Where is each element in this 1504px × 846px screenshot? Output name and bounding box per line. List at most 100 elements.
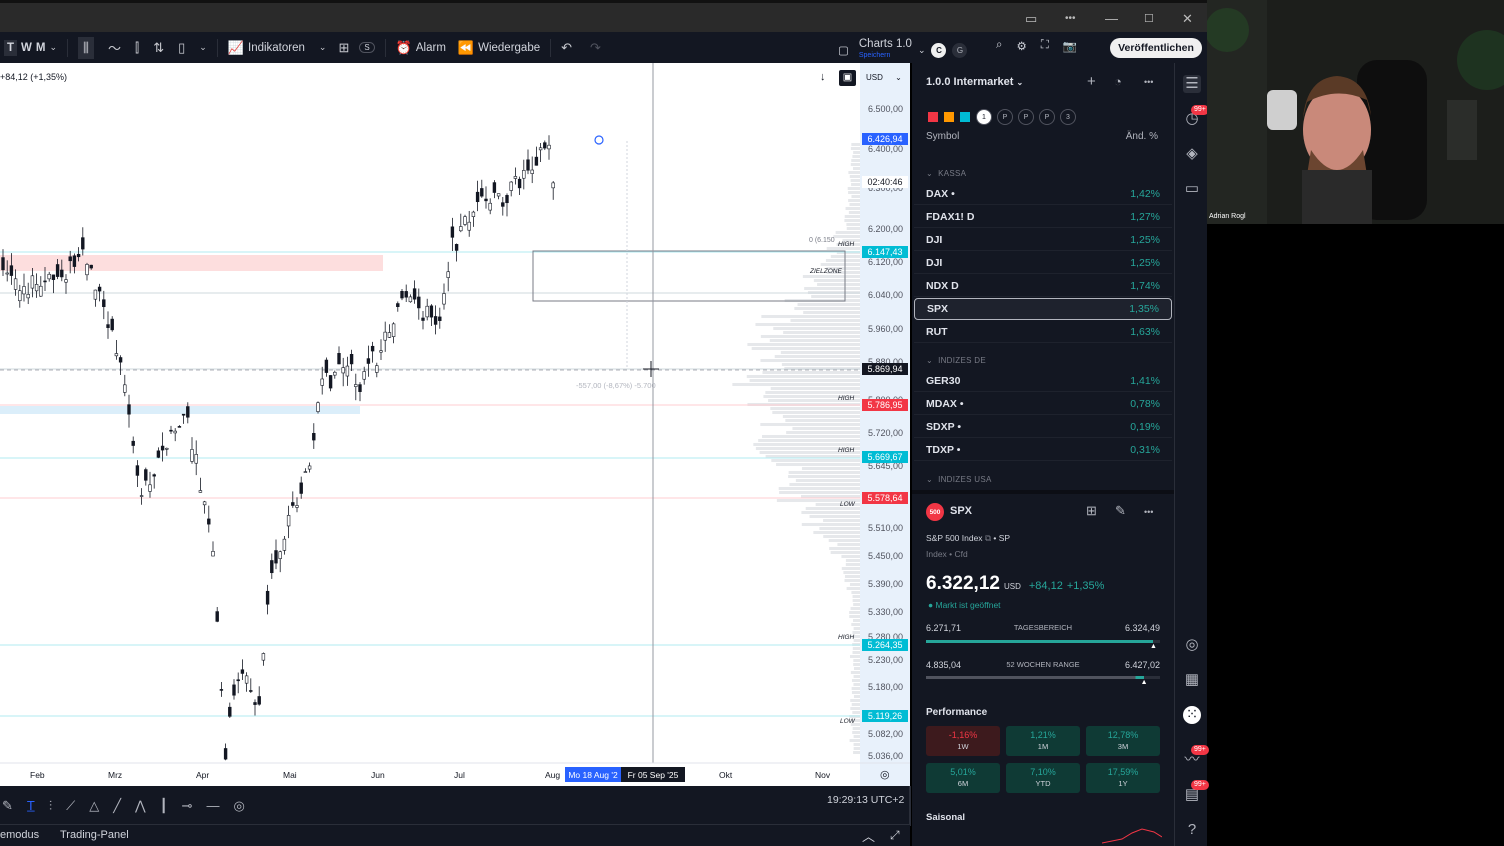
timeframe-m-button[interactable]: M bbox=[36, 42, 46, 54]
candles-icon[interactable]: ⫼ bbox=[78, 36, 95, 59]
performance-cell[interactable]: 12,78% 3M bbox=[1086, 726, 1160, 756]
settings-circle-icon[interactable]: ◎ bbox=[880, 768, 890, 781]
cyan-flag-icon[interactable] bbox=[960, 112, 970, 122]
grid-icon[interactable]: ⊞ bbox=[1086, 503, 1097, 519]
symbol-column-header[interactable]: Symbol bbox=[926, 131, 959, 149]
fullscreen-icon[interactable]: ⛶ bbox=[1041, 39, 1049, 53]
chevron-down-icon[interactable]: ⌄ bbox=[319, 42, 327, 53]
performance-cell[interactable]: 7,10% YTD bbox=[1006, 763, 1080, 793]
section-indizes-de[interactable]: ⌄ INDIZES DE bbox=[926, 356, 986, 365]
watchlist-row[interactable]: RUT 1,63% bbox=[914, 321, 1172, 343]
watchlist-row[interactable]: MDAX • 0,78% bbox=[914, 393, 1172, 415]
watchlist-row[interactable]: NDX D 1,74% bbox=[914, 275, 1172, 297]
external-link-icon[interactable]: ⧉ bbox=[985, 533, 991, 543]
list-badge[interactable]: P bbox=[1039, 109, 1055, 125]
replay-button[interactable]: ⏪ Wiedergabe bbox=[452, 32, 546, 63]
shape-icon[interactable]: △ bbox=[89, 798, 99, 814]
target-icon[interactable]: ◎ bbox=[233, 798, 244, 814]
minimize-button[interactable]: — bbox=[1105, 11, 1118, 26]
chart-type-icon[interactable]: ▯ bbox=[178, 40, 185, 56]
performance-cell[interactable]: 5,01% 6M bbox=[926, 763, 1000, 793]
watchlist-row[interactable]: DAX • 1,42% bbox=[914, 183, 1172, 205]
calendar-icon[interactable]: ▦ bbox=[1183, 671, 1201, 689]
chevron-down-icon[interactable]: ⌄ bbox=[49, 42, 57, 53]
arrow-down-icon[interactable]: ↓ bbox=[820, 71, 826, 83]
more-icon[interactable]: ••• bbox=[1065, 13, 1076, 24]
watchlist-row[interactable]: GER30 1,41% bbox=[914, 370, 1172, 392]
auto-scale-icon[interactable]: ▣ bbox=[839, 70, 856, 86]
currency-selector[interactable]: USD ⌄ bbox=[866, 73, 902, 82]
edit-icon[interactable]: ✎ bbox=[1115, 503, 1126, 519]
details-symbol[interactable]: SPX bbox=[950, 505, 972, 517]
change-column-header[interactable]: Änd. % bbox=[1126, 131, 1158, 149]
layout-toggle-icon[interactable]: ▭ bbox=[1025, 11, 1037, 27]
watchlist-clock-icon[interactable]: ◔ bbox=[1114, 74, 1122, 89]
fib-icon[interactable]: ⫶ bbox=[49, 798, 52, 814]
trend-line-icon[interactable]: ╱ bbox=[113, 798, 121, 814]
chevron-down-icon[interactable]: ⌄ bbox=[918, 45, 926, 56]
horizontal-line-icon[interactable]: — bbox=[206, 798, 219, 814]
section-kassa[interactable]: ⌄ KASSA bbox=[926, 169, 966, 178]
watchlist-row[interactable]: SPX 1,35% bbox=[914, 298, 1172, 320]
line-chart-icon[interactable]: 〜 bbox=[108, 38, 121, 57]
g-badge[interactable]: G bbox=[952, 42, 968, 58]
watchlist-row[interactable]: DJI 1,25% bbox=[914, 252, 1172, 274]
brush-icon[interactable]: ✎ bbox=[2, 798, 13, 814]
alarm-button[interactable]: ⏰ Alarm bbox=[390, 32, 452, 63]
watchlist-icon[interactable]: ☰ bbox=[1183, 75, 1201, 93]
pattern-icon[interactable]: ⟋ bbox=[66, 798, 75, 814]
undo-icon[interactable]: ↶ bbox=[561, 40, 572, 56]
tab-trading-panel[interactable]: Trading-Panel bbox=[60, 829, 129, 841]
horizontal-ray-icon[interactable]: ⊸ bbox=[182, 798, 193, 814]
layers-icon[interactable]: ◈ bbox=[1183, 145, 1201, 163]
chat-icon[interactable]: ▭ bbox=[1183, 180, 1201, 198]
chevron-up-icon[interactable]: ︿ bbox=[862, 826, 875, 845]
watchlist-row[interactable]: TDXP • 0,31% bbox=[914, 439, 1172, 461]
vertical-line-icon[interactable]: ┃ bbox=[160, 798, 168, 814]
apps-grid-icon[interactable]: ⁙ bbox=[1183, 706, 1201, 724]
add-symbol-icon[interactable]: + bbox=[1087, 73, 1096, 90]
maximize-panel-icon[interactable]: ⤢ bbox=[890, 828, 900, 843]
performance-cell[interactable]: 1,21% 1M bbox=[1006, 726, 1080, 756]
list-badge[interactable]: P bbox=[997, 109, 1013, 125]
watchlist-row[interactable]: FDAX1! D 1,27% bbox=[914, 206, 1172, 228]
chevron-down-icon[interactable]: ⌄ bbox=[199, 42, 207, 53]
close-button[interactable]: ✕ bbox=[1182, 11, 1193, 27]
path-icon[interactable]: ⋀ bbox=[135, 798, 146, 814]
list-badge[interactable]: 1 bbox=[976, 109, 992, 125]
timeframe-w-button[interactable]: W bbox=[21, 42, 32, 54]
chart-area[interactable]: +84,12 (+1,35%) ↓ ▣ USD ⌄ 6.500,00 6.400,… bbox=[0, 63, 910, 786]
timeframe-t-button[interactable]: T bbox=[4, 39, 18, 56]
target-icon[interactable]: ◎ bbox=[1183, 636, 1201, 654]
redo-icon[interactable]: ↷ bbox=[590, 40, 601, 56]
performance-cell[interactable]: -1,16% 1W bbox=[926, 726, 1000, 756]
list-badge[interactable]: 3 bbox=[1060, 109, 1076, 125]
search-icon[interactable]: ⌕ bbox=[996, 39, 1002, 53]
help-icon[interactable]: ? bbox=[1183, 821, 1201, 839]
layout-icon[interactable]: ▢ bbox=[838, 43, 849, 57]
list-badge[interactable]: P bbox=[1018, 109, 1034, 125]
watchlist-row[interactable]: DJI 1,25% bbox=[914, 229, 1172, 251]
camera-icon[interactable]: 📷 bbox=[1063, 39, 1077, 53]
layout-name-button[interactable]: Charts 1.0 Speichern bbox=[859, 38, 912, 61]
templates-icon[interactable]: ⊞ bbox=[338, 40, 349, 56]
section-indizes-usa[interactable]: ⌄ INDIZES USA bbox=[926, 475, 992, 484]
symbol-name[interactable]: S&P 500 Index bbox=[926, 533, 983, 543]
more-icon[interactable]: ••• bbox=[1144, 77, 1153, 87]
text-tool-icon[interactable]: T̲ bbox=[27, 798, 35, 814]
maximize-button[interactable]: ☐ bbox=[1144, 12, 1154, 25]
more-icon[interactable]: ••• bbox=[1144, 507, 1153, 517]
watchlist-row[interactable]: SDXP • 0,19% bbox=[914, 416, 1172, 438]
red-flag-icon[interactable] bbox=[928, 112, 938, 122]
strategy-badge[interactable]: S bbox=[359, 42, 375, 53]
compare-icon[interactable]: ⇅ bbox=[153, 40, 164, 56]
c-badge[interactable]: C bbox=[931, 42, 947, 58]
indicators-button[interactable]: 📈 Indikatoren ⌄ bbox=[222, 32, 333, 63]
watchlist-title-button[interactable]: 1.0.0 Intermarket ⌄ bbox=[926, 76, 1023, 88]
orange-flag-icon[interactable] bbox=[944, 112, 954, 122]
tab-mode[interactable]: emodus bbox=[0, 829, 39, 841]
bar-chart-icon[interactable]: ⫿ bbox=[135, 40, 139, 56]
performance-cell[interactable]: 17,59% 1Y bbox=[1086, 763, 1160, 793]
publish-button[interactable]: Veröffentlichen bbox=[1110, 38, 1202, 58]
gear-icon[interactable]: ⚙ bbox=[1016, 39, 1026, 53]
